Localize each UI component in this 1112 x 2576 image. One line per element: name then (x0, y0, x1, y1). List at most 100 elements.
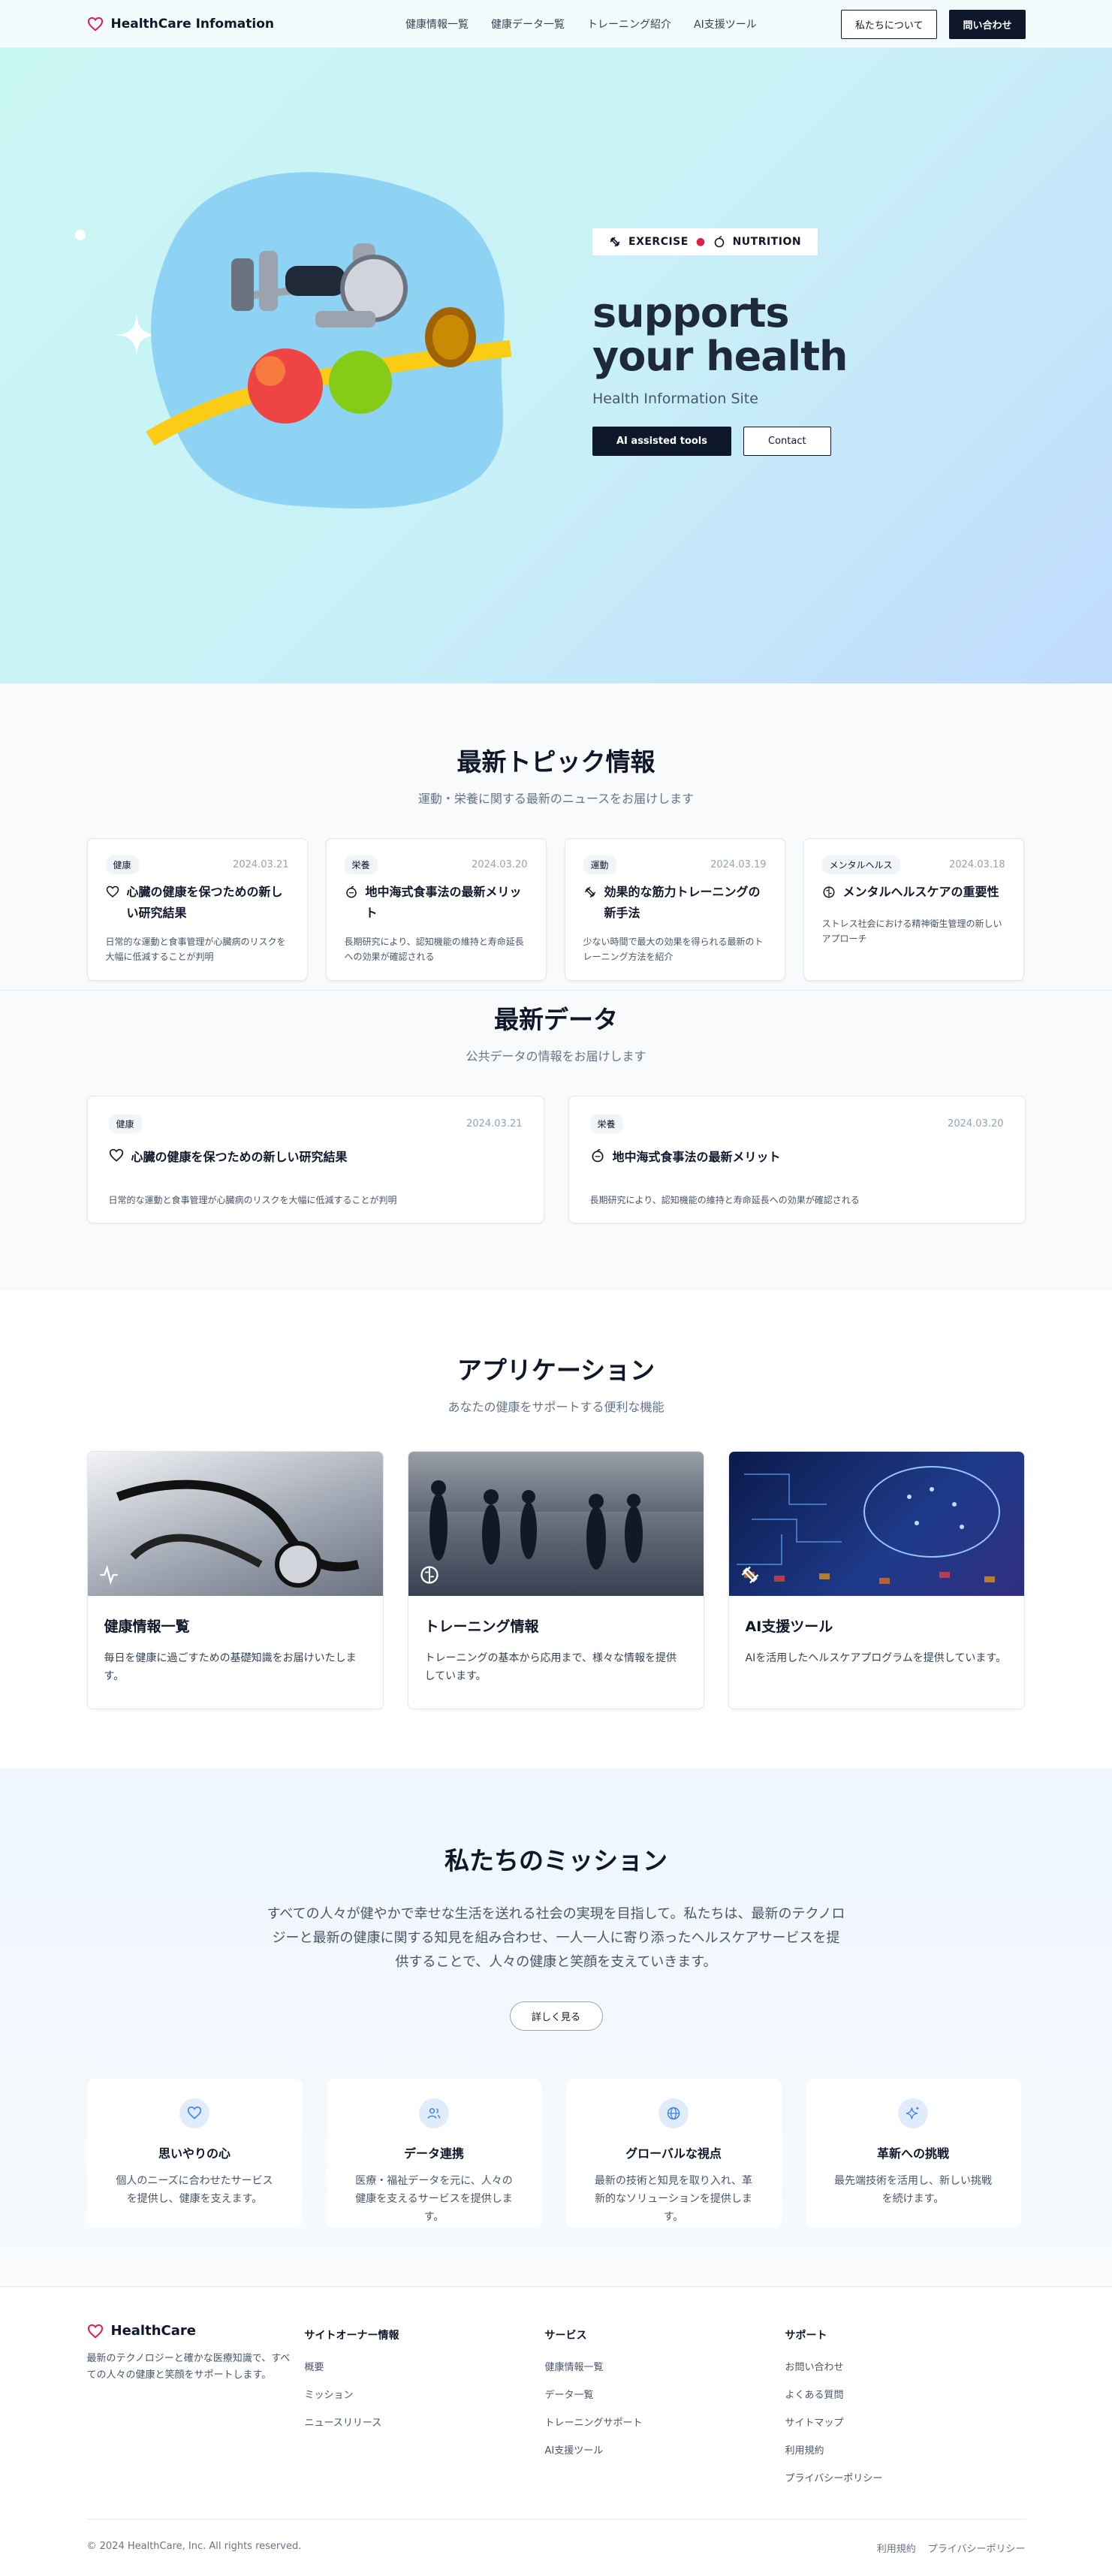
apps-title: アプリケーション (457, 1356, 655, 1385)
footer-col-heading: サポート (785, 2330, 827, 2342)
tag-nutrition: NUTRITION (732, 236, 802, 248)
nav-health-info[interactable]: 健康情報一覧 (405, 17, 469, 32)
footer-link[interactable]: お問い合わせ (785, 2359, 1026, 2373)
brand-name: HealthCare Infomation (110, 17, 275, 32)
about-button[interactable]: 私たちについて (840, 9, 938, 39)
ai-tools-button[interactable]: AI assisted tools (592, 427, 731, 456)
apple-icon (345, 885, 357, 898)
hero-tag: EXERCISE ● NUTRITION (592, 228, 818, 255)
contact-button[interactable]: 問い合わせ (949, 9, 1026, 39)
hero-title: supports your health (592, 289, 848, 380)
value-icon-wrap (179, 2098, 209, 2128)
site-header: HealthCare Infomation 健康情報一覧 健康データ一覧 トレー… (0, 0, 1112, 48)
footer-link[interactable]: 健康情報一覧 (545, 2359, 785, 2373)
heart-icon (106, 885, 119, 897)
footer-col-heading: サイトオーナー情報 (304, 2330, 399, 2342)
nav-ai-tools[interactable]: AI支援ツール (694, 17, 757, 32)
latest-data-subtitle: 公共データの情報をお届けします (466, 1049, 646, 1063)
topics-section: 最新トピック情報 運動・栄養に関する最新のニュースをお届けします 健康 2024.… (0, 683, 1112, 1290)
app-card-ai-tools[interactable]: AI支援ツール AIを活用したヘルスケアプログラムを提供しています。 (728, 1451, 1025, 1709)
value-title: グローバルな視点 (625, 2146, 722, 2161)
topic-card[interactable]: 健康 2024.03.21 心臓の健康を保つための新しい研究結果 日常的な運動と食事管… (86, 838, 308, 981)
footer-link[interactable]: プライバシーポリシー (785, 2470, 1026, 2484)
data-desc: 日常的な運動と食事管理が心臓病のリスクを大幅に低減することが判明 (108, 1195, 397, 1205)
topic-desc: 長期研究により、認知機能の維持と寿命延長への効果が確認される (344, 937, 524, 962)
activity-icon (99, 1564, 118, 1585)
app-desc: トレーニングの基本から応用まで、様々な情報を提供しています。 (424, 1652, 677, 1682)
topic-desc: 少ない時間で最大の効果を得られる最新のトレーニング方法を紹介 (583, 937, 764, 962)
dumbbell-icon (610, 237, 620, 247)
brain-icon (823, 886, 834, 898)
tag-separator: ● (695, 236, 706, 248)
value-card: 革新への挑戦 最先端技術を活用し、新しい挑戦を続けます。 (805, 2079, 1021, 2228)
footer-link[interactable]: トレーニングサポート (545, 2415, 785, 2429)
hero-section: EXERCISE ● NUTRITION supports your healt… (0, 48, 1112, 683)
hero-contact-button[interactable]: Contact (743, 427, 831, 456)
topic-title: 心臓の健康を保つための新しい研究結果 (126, 885, 283, 920)
runners-image (408, 1452, 704, 1596)
app-card-training[interactable]: トレーニング情報 トレーニングの基本から応用まで、様々な情報を提供しています。 (407, 1451, 704, 1709)
topic-card[interactable]: メンタルヘルス 2024.03.18 メンタルヘルスケアの重要性 ストレス社会における… (803, 838, 1024, 981)
apple-icon (592, 1148, 603, 1163)
value-card: データ連携 医療・福祉データを元に、人々の健康を支えるサービスを提供します。 (326, 2079, 542, 2228)
value-card: 思いやりの心 個人のニーズに合わせたサービスを提供し、健康を支えます。 (86, 2079, 303, 2228)
nav-training[interactable]: トレーニング紹介 (587, 17, 671, 32)
learn-more-button[interactable]: 詳しく見る (509, 2001, 603, 2031)
app-card-health-info[interactable]: 健康情報一覧 毎日を健康に過ごすための基礎知識をお届けいたします。 (86, 1451, 384, 1709)
topic-title: 地中海式食事法の最新メリット (365, 885, 522, 920)
site-footer: HealthCare 最新のテクノロジーと確かな医療知識で、すべての人々の健康と… (0, 2286, 1112, 2555)
footer-link[interactable]: データ一覧 (545, 2387, 785, 2401)
category-badge: 健康 (108, 1115, 142, 1133)
value-desc: 最新の技術と知見を取り入れ、革新的なソリューションを提供します。 (594, 2175, 753, 2223)
topics-title: 最新トピック情報 (457, 747, 655, 777)
mission-text: すべての人々が健やかで幸せな生活を送れる社会の実現を目指して。私たちは、最新のテ… (267, 1906, 845, 1970)
main-nav: 健康情報一覧 健康データ一覧 トレーニング紹介 AI支援ツール (405, 17, 757, 32)
app-desc: AIを活用したヘルスケアプログラムを提供しています。 (745, 1652, 1006, 1664)
mission-section: 私たちのミッション すべての人々が健やかで幸せな生活を送れる社会の実現を目指して… (0, 1769, 1112, 2286)
mission-title: 私たちのミッション (444, 1846, 668, 1875)
apps-section: アプリケーション あなたの健康をサポートする便利な機能 健康情報一覧 毎日を健康… (0, 1290, 1112, 1769)
footer-link[interactable]: 利用規約 (785, 2442, 1026, 2457)
footer-link[interactable]: ニュースリリース (305, 2415, 545, 2429)
footer-brand[interactable]: HealthCare (87, 2323, 305, 2339)
footer-brand-name: HealthCare (110, 2323, 196, 2339)
data-card[interactable]: 健康 2024.03.21 心臓の健康を保つための新しい研究結果 日常的な運動と食事管… (86, 1096, 544, 1223)
data-card[interactable]: 栄養 2024.03.20 地中海式食事法の最新メリット 長期研究により、認知機能の維… (568, 1096, 1026, 1223)
apps-subtitle: あなたの健康をサポートする便利な機能 (448, 1400, 664, 1414)
footer-terms-link[interactable]: 利用規約 (877, 2541, 916, 2555)
topic-date: 2024.03.18 (949, 859, 1005, 870)
category-badge: 栄養 (589, 1115, 623, 1133)
footer-link[interactable]: よくある質問 (785, 2387, 1026, 2401)
decor-dot (75, 230, 86, 240)
footer-col-heading: サービス (544, 2330, 587, 2342)
globe-icon (667, 2107, 680, 2120)
sparkles-icon (906, 2107, 919, 2119)
footer-link[interactable]: ミッション (305, 2387, 545, 2401)
footer-privacy-link[interactable]: プライバシーポリシー (928, 2541, 1026, 2555)
value-desc: 最先端技術を活用し、新しい挑戦を続けます。 (834, 2175, 992, 2205)
footer-link[interactable]: AI支援ツール (545, 2442, 785, 2457)
app-title: 健康情報一覧 (104, 1618, 190, 1635)
heart-icon (109, 1148, 123, 1162)
hero-image (146, 172, 512, 509)
brand-logo[interactable]: HealthCare Infomation (87, 17, 275, 32)
hero-title-line1: supports (592, 289, 790, 336)
apple-icon (714, 236, 724, 248)
topic-date: 2024.03.21 (233, 859, 289, 870)
footer-link[interactable]: 概要 (305, 2359, 545, 2373)
section-divider (0, 990, 1112, 991)
footer-desc: 最新のテクノロジーと確かな医療知識で、すべての人々の健康と笑顔をサポートします。 (86, 2353, 291, 2381)
category-badge: 栄養 (344, 855, 378, 874)
footer-link[interactable]: サイトマップ (785, 2415, 1026, 2429)
data-date: 2024.03.20 (948, 1118, 1004, 1130)
data-title: 地中海式食事法の最新メリット (612, 1150, 781, 1164)
value-icon-wrap (419, 2098, 449, 2128)
topic-card[interactable]: 栄養 2024.03.20 地中海式食事法の最新メリット 長期研究により、認知機能の維… (325, 838, 547, 981)
dumbbell-icon (741, 1566, 758, 1584)
hero-title-line2: your health (592, 333, 848, 380)
app-desc: 毎日を健康に過ごすための基礎知識をお届けいたします。 (104, 1652, 357, 1682)
topic-card[interactable]: 運動 2024.03.19 効果的な筋力トレーニングの新手法 少ない時間で最大の効果を… (564, 838, 785, 981)
topic-date: 2024.03.19 (710, 859, 767, 870)
value-card: グローバルな視点最新の技術と知見を取り入れ、革新的なソリューションを提供します。 (565, 2079, 782, 2228)
nav-health-data[interactable]: 健康データ一覧 (491, 17, 565, 32)
